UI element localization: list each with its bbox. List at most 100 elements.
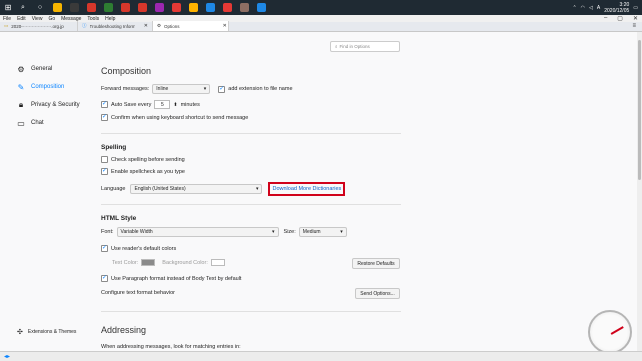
app-icon-glyph xyxy=(154,3,164,12)
app-icon-glyph xyxy=(69,3,79,12)
sidebar-item-extensions[interactable]: ✣ Extensions & Themes xyxy=(17,328,76,336)
reader-colors-label: Use reader's default colors xyxy=(111,245,177,252)
sidebar-item-chat[interactable]: ▭ Chat xyxy=(17,119,44,128)
menu-icon[interactable]: ≡ xyxy=(632,23,636,29)
minimize-icon[interactable]: – xyxy=(604,15,607,22)
taskbar-app-icon[interactable] xyxy=(84,0,98,15)
language-row: Language English (United States) ▾ Downl… xyxy=(101,182,346,196)
chevron-up-icon[interactable]: ⌃ xyxy=(572,5,576,11)
taskbar-app-icon[interactable] xyxy=(135,0,149,15)
text-color-swatch[interactable] xyxy=(141,259,156,266)
tab-inbox[interactable]: ▭ 2020-···················.org.jp xyxy=(0,21,78,31)
tab-label: Troubleshooting Information xyxy=(89,23,135,29)
search-placeholder: Find in Options xyxy=(339,44,370,49)
app-icon-glyph xyxy=(188,3,198,12)
autosave-minutes-input[interactable]: 5 xyxy=(154,100,171,109)
tab-bar: ▭ 2020-···················.org.jp ⓘ Trou… xyxy=(0,21,642,32)
taskbar-app-icon[interactable] xyxy=(101,0,115,15)
app-icon-glyph xyxy=(103,3,113,12)
chevron-down-icon: ▾ xyxy=(272,229,275,235)
app-icon-glyph xyxy=(256,3,266,12)
bg-color-label: Background Color: xyxy=(162,259,208,266)
reader-colors-checkbox[interactable]: ✓ xyxy=(101,245,108,252)
input-language[interactable]: A xyxy=(597,5,600,11)
divider xyxy=(101,204,401,205)
bg-color-swatch[interactable] xyxy=(210,259,225,266)
language-label: Language xyxy=(101,186,126,192)
activity-icon[interactable]: ◂▸ xyxy=(4,353,10,360)
size-select[interactable]: Medium ▾ xyxy=(298,227,347,237)
taskbar-app-icon[interactable] xyxy=(254,0,268,15)
text-color-label: Text Color: xyxy=(112,259,139,266)
restore-defaults-button[interactable]: Restore Defaults xyxy=(352,258,400,269)
app-icon-glyph xyxy=(52,3,62,12)
check-before-send-row: Check spelling before sending xyxy=(101,156,185,163)
confirm-shortcut-checkbox[interactable]: ✓ xyxy=(101,114,108,121)
enable-spellcheck-row: ✓ Enable spellcheck as you type xyxy=(101,168,185,175)
options-page: ⚙ General ✎ Composition 🔒︎ Privacy & Sec… xyxy=(0,32,642,351)
folder-icon: ▭ xyxy=(4,23,9,28)
pencil-icon: ✎ xyxy=(17,82,25,92)
enable-spellcheck-checkbox[interactable]: ✓ xyxy=(101,168,108,175)
options-search-input[interactable]: ⌕ Find in Options xyxy=(330,41,400,52)
sidebar-item-composition[interactable]: ✎ Composition xyxy=(17,82,65,92)
sidebar-item-privacy[interactable]: 🔒︎ Privacy & Security xyxy=(17,100,80,109)
volume-icon[interactable]: ◁ xyxy=(589,5,593,11)
tab-options[interactable]: ⚙ Options ✕ xyxy=(153,21,229,31)
app-icon-glyph xyxy=(86,3,96,12)
color-row: Text Color: Background Color: xyxy=(112,259,225,266)
taskbar-clock[interactable]: 3:20 2020/12/05 xyxy=(604,2,629,14)
forward-select[interactable]: Inline ▾ xyxy=(152,84,211,94)
send-options-button[interactable]: Send Options... xyxy=(355,288,400,299)
html-style-heading: HTML Style xyxy=(101,215,137,222)
task-view-icon[interactable]: ○ xyxy=(33,0,47,15)
taskbar-app-icon[interactable] xyxy=(152,0,166,15)
taskbar-app-icon[interactable] xyxy=(203,0,217,15)
taskbar-app-icon[interactable] xyxy=(186,0,200,15)
taskbar-app-icon[interactable] xyxy=(67,0,81,15)
language-select[interactable]: English (United States) ▾ xyxy=(130,184,263,194)
confirm-shortcut-label: Confirm when using keyboard shortcut to … xyxy=(111,114,249,121)
start-button[interactable]: ⊞ xyxy=(0,0,16,15)
download-dictionaries-link[interactable]: Download More Dictionaries xyxy=(272,186,341,192)
close-window-icon[interactable]: ✕ xyxy=(633,15,638,22)
lock-icon: 🔒︎ xyxy=(18,100,24,109)
sidebar-item-label: Chat xyxy=(31,120,44,126)
sidebar-item-label: General xyxy=(31,66,53,72)
options-sidebar: ⚙ General ✎ Composition 🔒︎ Privacy & Sec… xyxy=(0,32,92,351)
network-icon[interactable]: ◠ xyxy=(581,5,585,11)
taskbar-app-icon[interactable] xyxy=(169,0,183,15)
chevron-down-icon: ▾ xyxy=(203,86,207,92)
size-value: Medium xyxy=(302,229,321,235)
stepper-icon[interactable]: ⬍ xyxy=(173,102,177,108)
tab-troubleshooting[interactable]: ⓘ Troubleshooting Information ✕ xyxy=(78,21,153,31)
taskbar-app-icon[interactable] xyxy=(237,0,251,15)
status-bar: ◂▸ xyxy=(0,351,642,361)
paragraph-format-checkbox[interactable]: ✓ xyxy=(101,275,108,282)
close-tab-icon[interactable]: ✕ xyxy=(144,23,148,29)
chevron-down-icon: ▾ xyxy=(340,229,343,235)
window-controls: – ▢ ✕ xyxy=(604,15,638,22)
search-icon: ⌕ xyxy=(335,44,338,49)
configure-format-label: Configure text format behavior xyxy=(101,290,175,296)
app-icon-glyph xyxy=(120,3,130,12)
add-extension-checkbox[interactable]: ✓ xyxy=(218,85,226,93)
windows-taskbar: ⊞ ⌕ ○ ⌃ ◠ ◁ A 3:20 2020/12/05 ▭ xyxy=(0,0,642,15)
search-icon[interactable]: ⌕ xyxy=(16,0,30,15)
maximize-icon[interactable]: ▢ xyxy=(617,15,623,22)
sidebar-item-general[interactable]: ⚙ General xyxy=(17,65,53,74)
taskbar-app-icon[interactable] xyxy=(220,0,234,15)
taskbar-app-icon[interactable] xyxy=(50,0,64,15)
sidebar-item-label: Privacy & Security xyxy=(31,102,80,108)
check-before-send-label: Check spelling before sending xyxy=(111,156,185,163)
autosave-checkbox[interactable]: ✓ xyxy=(101,101,108,108)
forward-messages-row: Forward messages: Inline ▾ ✓ add extensi… xyxy=(101,84,293,94)
close-tab-icon[interactable]: ✕ xyxy=(223,23,227,29)
check-before-send-checkbox[interactable] xyxy=(101,156,108,163)
taskbar-app-icon[interactable] xyxy=(118,0,132,15)
font-select[interactable]: Variable Width ▾ xyxy=(116,227,279,237)
notification-icon[interactable]: ▭ xyxy=(633,5,638,11)
divider xyxy=(101,311,401,312)
scrollbar-thumb[interactable] xyxy=(638,40,641,180)
download-dictionaries-highlight: Download More Dictionaries xyxy=(268,182,346,196)
